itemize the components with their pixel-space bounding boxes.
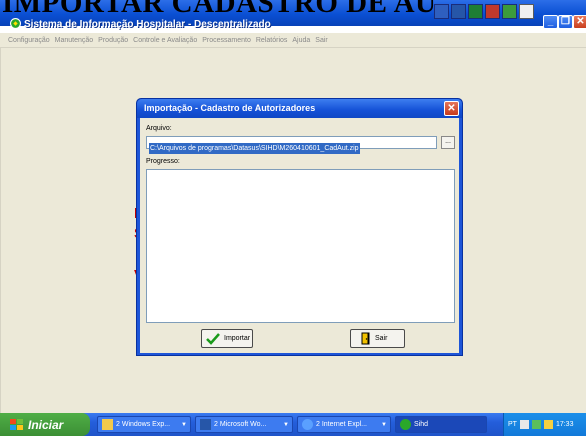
internet-explorer-icon[interactable] [519, 4, 534, 19]
import-dialog: Importação - Cadastro de Autorizadores ✕… [136, 98, 463, 356]
excel-icon[interactable] [468, 4, 483, 19]
taskbar-item-internet-explorer[interactable]: 2 Internet Expl... ▼ [297, 416, 391, 433]
windows-logo-icon [10, 419, 23, 430]
taskbar-item-label: Sihd [414, 421, 429, 428]
import-button[interactable]: Importar [201, 329, 253, 348]
browse-button[interactable]: ... [441, 136, 455, 149]
progress-label: Progresso: [146, 158, 180, 165]
menu-manutencao[interactable]: Manutenção [55, 37, 94, 44]
menu-bar: Configuração Manutenção Produção Control… [0, 33, 586, 48]
app-logo-icon [10, 18, 21, 29]
chevron-down-icon: ▼ [283, 421, 289, 428]
quick-launch-toolbar [434, 4, 534, 19]
system-tray: PT 17:33 [503, 413, 586, 436]
word-icon[interactable] [451, 4, 466, 19]
menu-relatorios[interactable]: Relatórios [256, 37, 288, 44]
internet-explorer-icon [302, 419, 313, 430]
menu-configuracao[interactable]: Configuração [8, 37, 50, 44]
menu-processamento[interactable]: Processamento [202, 37, 251, 44]
dialog-close-button[interactable]: ✕ [444, 101, 459, 116]
taskbar-item-windows-explorer[interactable]: 2 Windows Exp... ▼ [97, 416, 191, 433]
document-heading: IMPORTAR CADASTRO DE AUTORIZ [2, 0, 442, 19]
dialog-titlebar: Importação - Cadastro de Autorizadores ✕ [137, 99, 462, 118]
menu-controle-avaliacao[interactable]: Controle e Avaliação [133, 37, 197, 44]
volume-icon[interactable] [543, 420, 553, 429]
tray-icon[interactable] [519, 420, 529, 429]
menu-sair[interactable]: Sair [315, 37, 327, 44]
language-indicator[interactable]: PT [508, 421, 517, 428]
clock: 17:33 [555, 421, 574, 428]
taskbar-item-label: 2 Internet Expl... [316, 421, 367, 428]
access-icon[interactable] [502, 4, 517, 19]
taskbar-item-microsoft-word[interactable]: 2 Microsoft Wo... ▼ [195, 416, 293, 433]
progress-log[interactable] [146, 169, 455, 323]
exit-button[interactable]: Sair [350, 329, 405, 348]
file-path-input[interactable]: C:\Arquivos de programas\Datasus\SIHD\M2… [146, 136, 437, 154]
checkmark-icon [206, 332, 220, 345]
exit-button-label: Sair [375, 335, 388, 342]
chevron-down-icon: ▼ [381, 421, 387, 428]
dialog-body: Arquivo: C:\Arquivos de programas\Datasu… [140, 118, 459, 353]
chevron-down-icon: ▼ [181, 421, 187, 428]
dialog-title: Importação - Cadastro de Autorizadores [144, 103, 316, 113]
file-path-value: C:\Arquivos de programas\Datasus\SIHD\M2… [149, 143, 360, 154]
file-label: Arquivo: [146, 125, 172, 132]
network-icon[interactable] [531, 420, 541, 429]
powerpoint-icon[interactable] [485, 4, 500, 19]
taskbar-item-label: 2 Microsoft Wo... [214, 421, 267, 428]
menu-ajuda[interactable]: Ajuda [292, 37, 310, 44]
door-exit-icon [361, 332, 370, 345]
restore-button[interactable]: ❐ [558, 15, 573, 29]
start-button[interactable]: Iniciar [0, 413, 90, 436]
app-logo-icon [400, 419, 411, 430]
menu-producao[interactable]: Produção [98, 37, 128, 44]
app-title: Sistema de Informação Hospitalar - Desce… [24, 19, 271, 30]
taskbar-item-sihd[interactable]: Sihd [395, 416, 487, 433]
quick-launch-icon[interactable] [434, 4, 449, 19]
close-button[interactable]: ✕ [573, 15, 586, 29]
import-button-label: Importar [224, 335, 251, 342]
taskbar: Iniciar 2 Windows Exp... ▼ 2 Microsoft W… [0, 413, 586, 436]
start-label: Iniciar [28, 417, 64, 432]
folder-icon [102, 419, 113, 430]
minimize-button[interactable]: _ [543, 15, 558, 29]
word-icon [200, 419, 211, 430]
taskbar-item-label: 2 Windows Exp... [116, 421, 171, 428]
